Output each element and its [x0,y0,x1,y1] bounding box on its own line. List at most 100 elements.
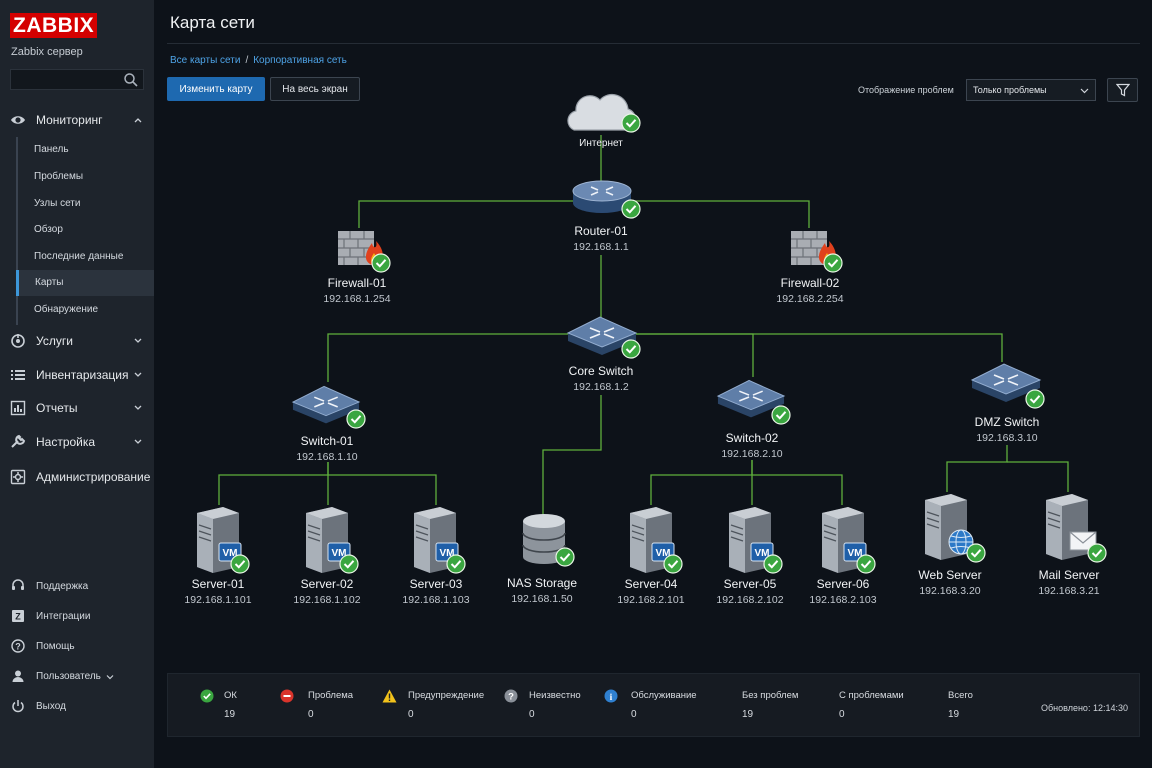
node-server-03-ip: 192.168.1.103 [402,594,470,606]
node-mail-server-name: Mail Server [1038,568,1100,582]
node-core-switch[interactable]: Core Switch 192.168.1.2 [569,364,634,393]
ok-icon [200,689,214,703]
legend-unknown: Неизвестно 0 [529,690,581,720]
ok-badge-icon [555,547,575,567]
node-core-switch-name: Core Switch [568,364,634,378]
legend-problem-label: Проблема [308,690,354,701]
node-router-ip: 192.168.1.1 [573,241,629,253]
node-web-server-name: Web Server [918,568,982,582]
node-server-04-ip: 192.168.2.101 [617,594,685,606]
ok-badge-icon [771,405,791,425]
legend-ok-value: 19 [224,709,236,720]
legend-no-problems-value: 19 [742,709,754,720]
legend-total-value: 19 [948,709,960,720]
node-internet-name: Интернет [579,138,623,149]
node-server-04[interactable]: Server-04 192.168.2.101 [617,577,684,606]
legend-problem: Проблема 0 [308,690,353,720]
node-server-01[interactable]: Server-01 192.168.1.101 [184,577,251,606]
ok-badge-icon [663,554,683,574]
node-core-switch-ip: 192.168.1.2 [573,381,629,393]
link-dmz-web [946,445,1008,492]
node-switch-02-ip: 192.168.2.10 [721,448,783,460]
legend-maintenance: Обслуживание 0 [631,690,697,720]
link-sw1-s1 [218,462,329,505]
node-mail-server-ip: 192.168.3.21 [1038,585,1100,597]
node-firewall-02[interactable]: Firewall-02 192.168.2.254 [776,276,843,305]
legend-unknown-value: 0 [529,709,535,720]
legend-with-problems-value: 0 [839,709,845,720]
ok-badge-icon [966,543,986,563]
svg-text:?: ? [508,692,514,703]
link-core-nas [542,395,602,515]
problem-icon [280,689,294,703]
node-server-03[interactable]: Server-03 192.168.1.103 [402,577,469,606]
legend-no-problems-label: Без проблем [742,690,799,701]
link-core-dmz [636,333,1003,362]
node-dmz-switch[interactable]: DMZ Switch 192.168.3.10 [975,415,1040,444]
legend-unknown-label: Неизвестно [529,690,581,701]
ok-badge-icon [621,199,641,219]
node-dmz-switch-name: DMZ Switch [974,415,1040,429]
legend-warning-value: 0 [408,709,414,720]
node-server-05-name: Server-05 [723,577,777,591]
legend-total-label: Всего [948,690,973,701]
node-server-02[interactable]: Server-02 192.168.1.102 [293,577,360,606]
node-firewall-01[interactable]: Firewall-01 192.168.1.254 [323,276,390,305]
last-updated: Обновлено: 12:14:30 [1041,703,1128,713]
ok-badge-icon [230,554,250,574]
legend-ok-label: ОК [224,690,237,701]
legend-no-problems: Без проблем 19 [742,690,798,720]
node-nas-storage-ip: 192.168.1.50 [511,593,573,605]
ok-badge-icon [856,554,876,574]
link-sw2-s6 [752,474,843,505]
ok-badge-icon [823,253,843,273]
warning-icon [382,689,397,703]
node-server-01-name: Server-01 [191,577,245,591]
node-dmz-switch-ip: 192.168.3.10 [976,432,1038,444]
node-server-03-name: Server-03 [409,577,463,591]
ok-badge-icon [371,253,391,273]
node-server-04-name: Server-04 [624,577,678,591]
node-firewall-02-name: Firewall-02 [780,276,840,290]
ok-badge-icon [446,554,466,574]
node-switch-01-name: Switch-01 [300,434,354,448]
node-switch-02[interactable]: Switch-02 192.168.2.10 [721,431,782,460]
node-web-server-ip: 192.168.3.20 [919,585,981,597]
legend-total: Всего 19 [948,690,973,720]
svg-text:i: i [610,693,613,703]
legend-warning-label: Предупреждение [408,690,485,701]
legend-warning: Предупреждение 0 [408,690,484,720]
link-core-sw1 [327,333,570,382]
node-firewall-01-ip: 192.168.1.254 [323,293,391,305]
node-router[interactable]: Router-01 192.168.1.1 [573,224,628,253]
unknown-icon: ? [504,689,518,703]
link-router-fw2 [627,200,810,228]
legend-ok: ОК 19 [224,690,237,720]
node-firewall-02-ip: 192.168.2.254 [776,293,844,305]
node-firewall-01-name: Firewall-01 [327,276,387,290]
link-dmz-mail [1007,461,1069,492]
node-nas-storage[interactable]: NAS Storage 192.168.1.50 [507,576,577,605]
ok-badge-icon [339,554,359,574]
link-router-fw1 [358,200,575,228]
node-internet[interactable]: Интернет [579,138,623,149]
node-server-05[interactable]: Server-05 192.168.2.102 [716,577,783,606]
node-server-06[interactable]: Server-06 192.168.2.103 [809,577,876,606]
node-switch-01[interactable]: Switch-01 192.168.1.10 [296,434,357,463]
link-sw1-s3 [328,474,437,505]
node-server-02-ip: 192.168.1.102 [293,594,361,606]
legend-with-problems-label: С проблемами [839,690,904,701]
ok-badge-icon [621,339,641,359]
link-sw2-s4 [650,460,753,505]
node-mail-server[interactable]: Mail Server 192.168.3.21 [1038,568,1099,597]
legend-maintenance-value: 0 [631,709,637,720]
ok-badge-icon [1087,543,1107,563]
ok-badge-icon [1025,389,1045,409]
node-server-01-ip: 192.168.1.101 [184,594,252,606]
node-server-05-ip: 192.168.2.102 [716,594,784,606]
node-nas-storage-name: NAS Storage [506,576,578,590]
ok-badge-icon [763,554,783,574]
legend-with-problems: С проблемами 0 [839,690,904,720]
node-web-server[interactable]: Web Server 192.168.3.20 [918,568,981,597]
ok-badge-icon [621,113,641,133]
